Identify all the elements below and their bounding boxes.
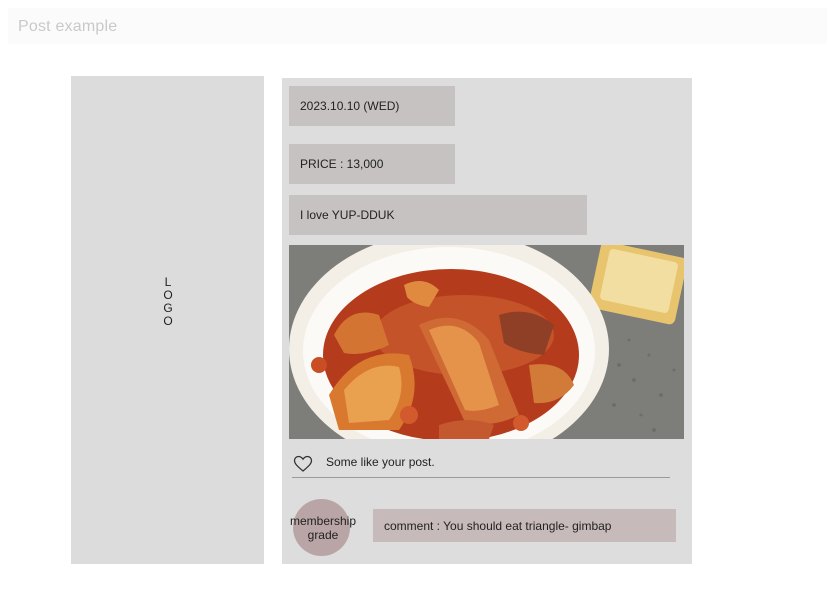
post-date: 2023.10.10 (WED)	[289, 86, 455, 126]
post-price-text: PRICE : 13,000	[300, 157, 384, 171]
membership-grade-label: membership grade	[289, 514, 357, 542]
post-photo	[289, 245, 684, 439]
post-date-text: 2023.10.10 (WED)	[300, 99, 400, 113]
post-price: PRICE : 13,000	[289, 144, 455, 184]
post-caption-text: I love YUP-DDUK	[300, 208, 395, 222]
tteokbokki-bowl-photo	[289, 245, 684, 439]
comment-text: comment : You should eat triangle- gimba…	[384, 518, 612, 533]
logo-text: LOGO	[163, 275, 173, 328]
title-bar	[8, 8, 827, 44]
comment-box[interactable]: comment : You should eat triangle- gimba…	[373, 509, 676, 542]
page-title: Post example	[18, 18, 118, 35]
divider	[292, 477, 670, 478]
heart-icon[interactable]	[293, 455, 313, 473]
post-caption: I love YUP-DDUK	[289, 195, 587, 235]
like-status-text: Some like your post.	[326, 455, 435, 469]
